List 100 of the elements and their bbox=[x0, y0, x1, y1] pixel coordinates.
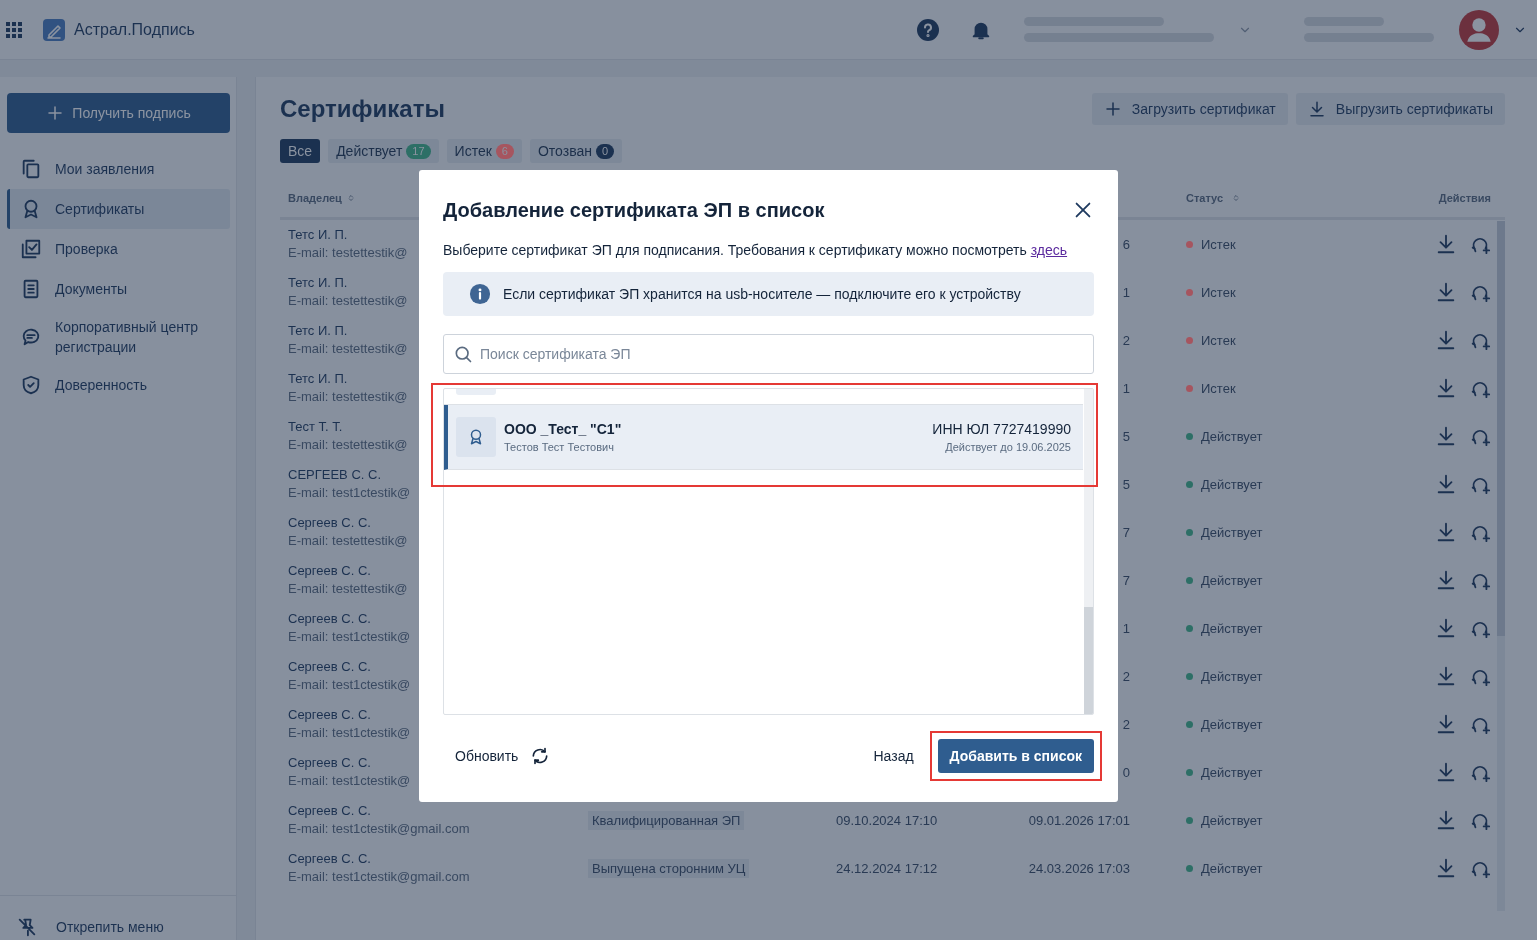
download-icon[interactable] bbox=[1435, 857, 1457, 879]
help-icon[interactable] bbox=[916, 17, 940, 42]
type-tag: Выпущена сторонним УЦ bbox=[588, 859, 750, 878]
status-text: Действует bbox=[1201, 764, 1263, 780]
owner-email: E-mail: testettestik@ bbox=[288, 532, 408, 550]
status-text: Действует bbox=[1201, 620, 1263, 636]
download-icon[interactable] bbox=[1435, 233, 1457, 255]
owner-name: Сергеев С. С. bbox=[288, 850, 371, 868]
search-field[interactable]: Поиск сертификата ЭП bbox=[443, 334, 1094, 374]
copy-icon bbox=[20, 158, 42, 180]
download-icon[interactable] bbox=[1435, 617, 1457, 639]
status-text: Истек bbox=[1201, 284, 1236, 300]
expiry-date: 7 bbox=[1122, 525, 1130, 540]
back-button[interactable]: Назад bbox=[867, 747, 920, 765]
scrollbar[interactable] bbox=[1084, 389, 1093, 714]
owner-email: E-mail: test1ctestik@ bbox=[288, 724, 411, 742]
owner-email: E-mail: testettestik@ bbox=[288, 292, 408, 310]
apps-grid-icon[interactable] bbox=[6, 21, 22, 38]
expiry-date: 0 bbox=[1122, 765, 1130, 780]
sidebar-item[interactable]: Проверка bbox=[7, 229, 230, 269]
type-tag: Квалифицированная ЭП bbox=[588, 811, 745, 830]
sidebar-item[interactable]: Мои заявления bbox=[7, 149, 230, 189]
count-badge: 17 bbox=[406, 143, 431, 159]
info-text: Если сертификат ЭП хранится на usb-носителе — подключите его к устройству bbox=[503, 286, 1021, 302]
search-icon bbox=[453, 344, 473, 364]
status-text: Действует bbox=[1201, 716, 1263, 732]
sidebar-item[interactable]: Документы bbox=[7, 269, 230, 309]
certificate-item[interactable]: ООО _Тест_ "С1" Тестов Тест Тестович ИНН ЮЛ 7727419990 Действует до 19.06.2025 bbox=[444, 405, 1083, 470]
download-icon[interactable] bbox=[1435, 281, 1457, 303]
owner-name: Тетс И. П. bbox=[288, 370, 348, 388]
expiry-date: 2 bbox=[1122, 717, 1130, 732]
filter-tab[interactable]: Отозван 0 bbox=[529, 139, 623, 163]
status-text: Действует bbox=[1201, 860, 1263, 876]
owner-email: E-mail: test1ctestik@gmail.com bbox=[288, 820, 470, 838]
owner-name: Сергеев С. С. bbox=[288, 610, 371, 628]
certificate-inn: ИНН ЮЛ 7727419990 bbox=[932, 421, 1071, 437]
page-title: Сертификаты bbox=[280, 95, 445, 123]
info-icon bbox=[469, 283, 491, 305]
status-text: Действует bbox=[1201, 428, 1263, 444]
status-text: Истек bbox=[1201, 236, 1236, 252]
dialog-description: Выберите сертификат ЭП для подписания. Требования к сертификату можно посмотреть здесь bbox=[443, 242, 1069, 258]
add-to-list-button[interactable]: Добавить в список bbox=[937, 739, 1094, 773]
sidebar-item[interactable]: Доверенность bbox=[7, 365, 230, 405]
sidebar-item[interactable]: Сертификаты bbox=[7, 189, 230, 229]
status-text: Действует bbox=[1201, 572, 1263, 588]
filter-tab[interactable]: Истек 6 bbox=[446, 139, 522, 163]
download-icon bbox=[1307, 100, 1326, 118]
download-icon[interactable] bbox=[1435, 713, 1457, 735]
scrollbar[interactable] bbox=[1497, 221, 1505, 911]
count-badge: 0 bbox=[595, 143, 615, 159]
expiry-date: 7 bbox=[1122, 573, 1130, 588]
issue-date: 24.12.2024 17:12 bbox=[836, 861, 938, 876]
download-icon[interactable] bbox=[1435, 473, 1457, 495]
export-certificates-button[interactable]: Выгрузить сертификаты bbox=[1295, 93, 1505, 125]
column-header[interactable]: Статус bbox=[1130, 192, 1330, 204]
unpin-menu-button[interactable]: Открепить меню bbox=[0, 895, 236, 940]
expiry-date: 1 bbox=[1122, 285, 1130, 300]
download-icon[interactable] bbox=[1435, 377, 1457, 399]
issue-date: 09.10.2024 17:10 bbox=[836, 813, 938, 828]
status-text: Истек bbox=[1201, 380, 1236, 396]
download-icon[interactable] bbox=[1435, 665, 1457, 687]
status-text: Действует bbox=[1201, 524, 1263, 540]
checklist-icon bbox=[20, 238, 42, 260]
download-icon[interactable] bbox=[1435, 809, 1457, 831]
owner-email: E-mail: testettestik@ bbox=[288, 580, 408, 598]
expiry-date: 1 bbox=[1122, 621, 1130, 636]
owner-name: Тетс И. П. bbox=[288, 274, 348, 292]
owner-name: Тетс И. П. bbox=[288, 226, 348, 244]
owner-name: Тест Т. Т. bbox=[288, 418, 343, 436]
certificate-holder: Тестов Тест Тестович bbox=[504, 441, 615, 453]
filter-tab[interactable]: Все bbox=[280, 139, 321, 163]
owner-email: E-mail: test1ctestik@gmail.com bbox=[288, 868, 470, 886]
download-icon[interactable] bbox=[1435, 521, 1457, 543]
owner-email: E-mail: testettestik@ bbox=[288, 244, 408, 262]
owner-email: E-mail: test1ctestik@ bbox=[288, 484, 411, 502]
refresh-button[interactable]: Обновить bbox=[443, 745, 557, 767]
status-text: Истек bbox=[1201, 332, 1236, 348]
dialog-title: Добавление сертификата ЭП в список bbox=[443, 198, 825, 222]
plus-icon bbox=[1103, 100, 1122, 118]
owner-name: Сергеев С. С. bbox=[288, 754, 371, 772]
pen-logo-icon bbox=[42, 17, 66, 42]
download-icon[interactable] bbox=[1435, 569, 1457, 591]
status-text: Действует bbox=[1201, 476, 1263, 492]
user-avatar-icon[interactable] bbox=[1459, 9, 1499, 50]
owner-email: E-mail: testettestik@ bbox=[288, 388, 408, 406]
expiry-date: 2 bbox=[1122, 669, 1130, 684]
owner-email: E-mail: testettestik@ bbox=[288, 436, 408, 454]
download-icon[interactable] bbox=[1435, 761, 1457, 783]
filter-tab[interactable]: Действует 17 bbox=[328, 139, 439, 163]
expiry-date: 6 bbox=[1122, 237, 1130, 252]
plus-icon bbox=[46, 104, 65, 122]
download-icon[interactable] bbox=[1435, 425, 1457, 447]
requirements-link[interactable]: здесь bbox=[1030, 242, 1068, 258]
download-icon[interactable] bbox=[1435, 329, 1457, 351]
upload-certificate-button[interactable]: Загрузить сертификат bbox=[1091, 93, 1288, 125]
owner-name: Сергеев С. С. bbox=[288, 562, 371, 580]
owner-email: E-mail: test1ctestik@ bbox=[288, 676, 411, 694]
owner-email: E-mail: testettestik@ bbox=[288, 340, 408, 358]
get-signature-button[interactable]: Получить подпись bbox=[7, 93, 230, 133]
sidebar-item[interactable]: Корпоративный центр регистрации bbox=[7, 309, 230, 365]
